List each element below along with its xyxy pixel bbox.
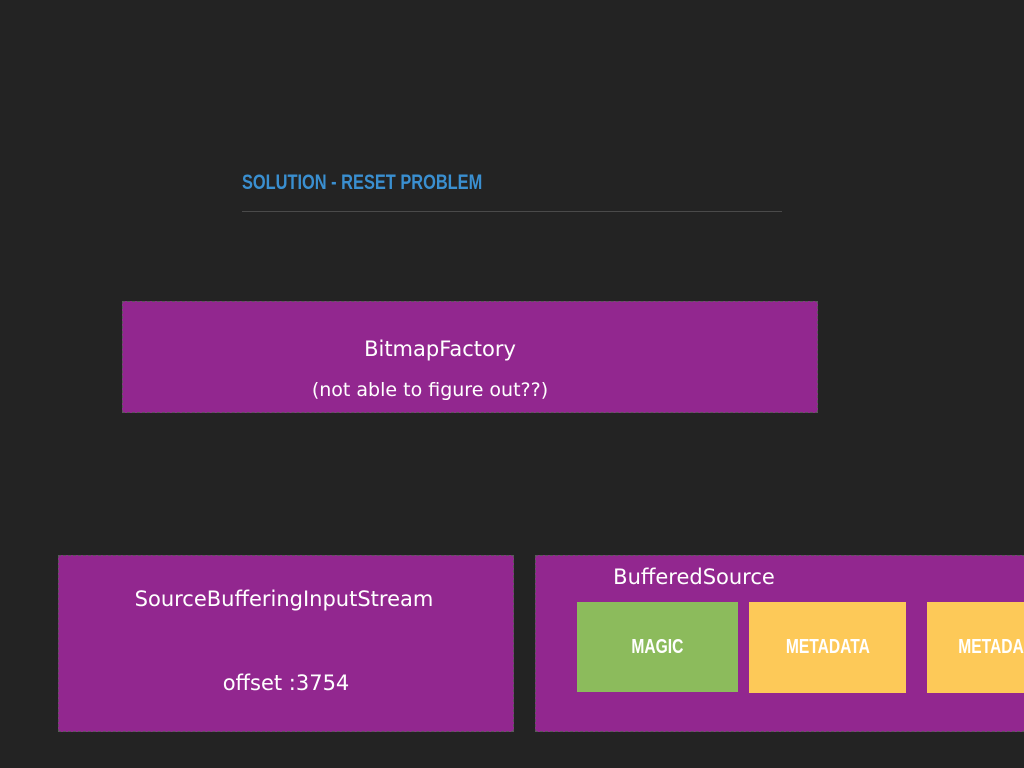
- metadata-chunk: METADATA: [749, 602, 906, 693]
- bitmap-factory-box: BitmapFactory (not able to figure out??): [122, 301, 818, 413]
- metadata-chunk-clipped: METADA: [927, 602, 1024, 693]
- offset-label: offset :3754: [222, 671, 350, 695]
- source-buffering-input-stream-label: SourceBufferingInputStream: [134, 587, 434, 611]
- buffered-source-label: BufferedSource: [613, 565, 775, 589]
- magic-chunk-label: MAGIC: [631, 635, 684, 658]
- slide-title: SOLUTION - RESET PROBLEM: [242, 171, 483, 194]
- slide: SOLUTION - RESET PROBLEM BitmapFactory (…: [0, 0, 1024, 768]
- bitmap-factory-label: BitmapFactory: [364, 337, 516, 361]
- magic-chunk: MAGIC: [577, 602, 738, 692]
- buffered-source-box: BufferedSource MAGIC METADATA METADA: [535, 555, 1024, 732]
- bitmap-factory-note: (not able to figure out??): [311, 379, 549, 401]
- metadata-chunk-label: METADATA: [785, 636, 870, 658]
- metadata-chunk-clipped-label: METADA: [958, 636, 1024, 658]
- title-underline: [242, 211, 782, 212]
